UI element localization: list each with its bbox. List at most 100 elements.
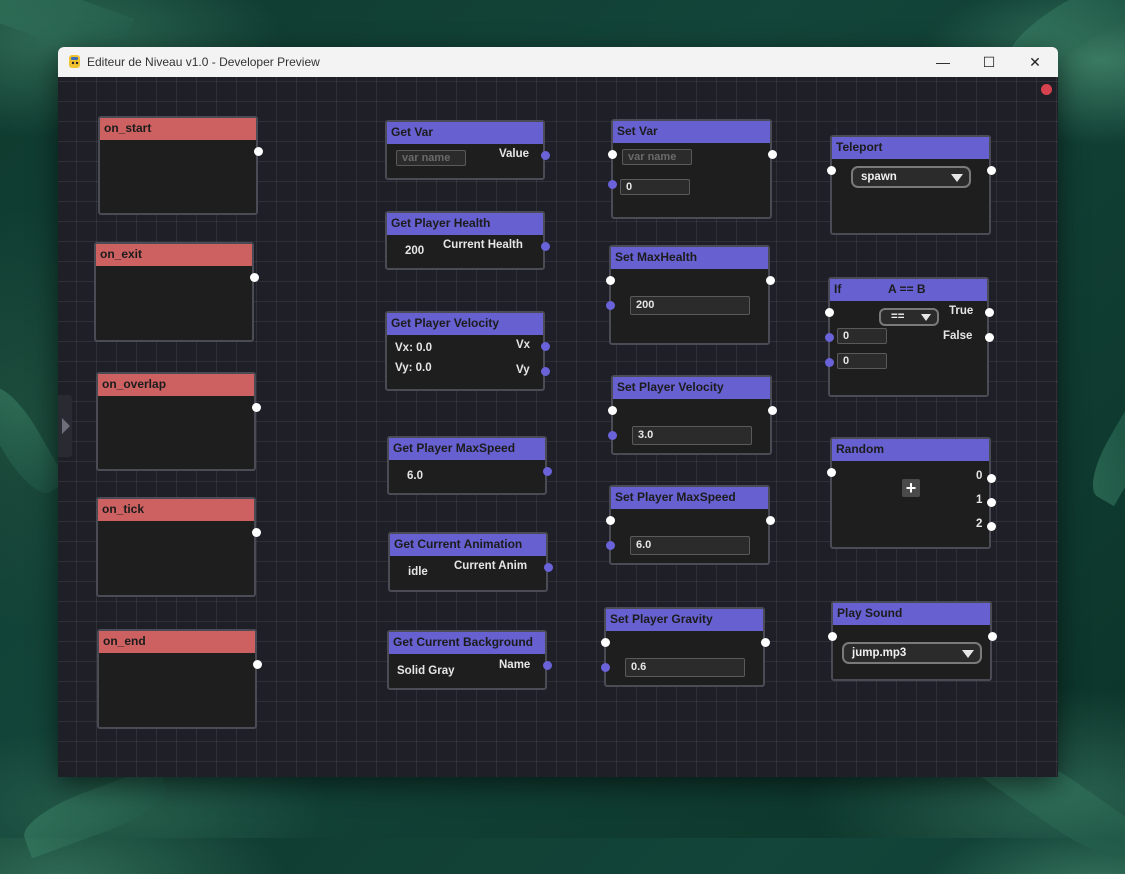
data-input-pin-a[interactable] — [825, 333, 834, 342]
node-title: Get Current Animation — [390, 534, 546, 556]
exec-output-pin[interactable] — [254, 147, 263, 156]
exec-output-pin[interactable] — [761, 638, 770, 647]
minimize-button[interactable]: — — [920, 47, 966, 77]
var-value-input[interactable]: 0 — [620, 179, 690, 195]
operator-dropdown[interactable]: == — [879, 308, 939, 326]
velocity-input[interactable]: 3.0 — [632, 426, 752, 445]
health-value: 200 — [405, 245, 425, 257]
exec-output-pin-false[interactable] — [985, 333, 994, 342]
exec-input-pin[interactable] — [601, 638, 610, 647]
data-input-pin[interactable] — [608, 431, 617, 440]
output-label: Current Health — [443, 239, 523, 251]
node-set-var[interactable]: Set Var var name 0 — [608, 119, 777, 219]
maxspeed-input[interactable]: 6.0 — [630, 536, 750, 555]
exec-input-pin[interactable] — [828, 632, 837, 641]
operand-b-input[interactable]: 0 — [837, 353, 887, 369]
sound-file-dropdown[interactable]: jump.mp3 — [842, 642, 982, 664]
exec-output-pin[interactable] — [252, 528, 261, 537]
node-get-var[interactable]: Get Var var name Value — [385, 120, 550, 180]
node-title: Get Player Health — [387, 213, 543, 235]
event-node-on-tick[interactable]: on_tick — [96, 497, 261, 597]
close-button[interactable]: ✕ — [1012, 47, 1058, 77]
node-play-sound[interactable]: Play Sound jump.mp3 — [828, 601, 997, 681]
exec-output-pin[interactable] — [766, 276, 775, 285]
node-title: on_exit — [96, 244, 252, 266]
node-title: If A == B — [830, 279, 987, 301]
event-node-on-overlap[interactable]: on_overlap — [96, 372, 261, 471]
node-title: Get Player MaxSpeed — [389, 438, 545, 460]
minimize-icon: — — [936, 54, 950, 70]
exec-output-pin[interactable] — [987, 166, 996, 175]
exec-input-pin[interactable] — [606, 516, 615, 525]
exec-input-pin[interactable] — [608, 406, 617, 415]
exec-output-pin[interactable] — [252, 403, 261, 412]
data-input-pin[interactable] — [608, 180, 617, 189]
maximize-button[interactable]: ☐ — [966, 47, 1012, 77]
data-output-pin-vx[interactable] — [541, 342, 550, 351]
exec-input-pin[interactable] — [606, 276, 615, 285]
node-set-player-velocity[interactable]: Set Player Velocity 3.0 — [608, 375, 777, 455]
node-teleport[interactable]: Teleport spawn — [827, 135, 996, 235]
node-title: Get Player Velocity — [387, 313, 543, 335]
exec-output-pin[interactable] — [766, 516, 775, 525]
data-output-pin[interactable] — [543, 467, 552, 476]
exec-input-pin[interactable] — [827, 166, 836, 175]
exec-output-pin-2[interactable] — [987, 522, 996, 531]
gravity-input[interactable]: 0.6 — [625, 658, 745, 677]
sidebar-toggle-handle[interactable] — [58, 395, 72, 457]
title-bar[interactable]: Editeur de Niveau v1.0 - Developer Previ… — [58, 47, 1058, 77]
exec-output-pin[interactable] — [988, 632, 997, 641]
node-set-player-gravity[interactable]: Set Player Gravity 0.6 — [601, 607, 770, 687]
exec-output-pin-0[interactable] — [987, 474, 996, 483]
node-title: on_start — [100, 118, 256, 140]
exec-input-pin[interactable] — [608, 150, 617, 159]
node-get-current-animation[interactable]: Get Current Animation idle Current Anim — [388, 532, 553, 592]
node-if[interactable]: If A == B == True False 0 0 — [825, 277, 994, 397]
add-output-button[interactable]: + — [902, 479, 920, 497]
node-canvas[interactable]: on_start on_exit on_overlap on_tick on_e… — [58, 77, 1058, 777]
event-node-on-end[interactable]: on_end — [97, 629, 262, 729]
event-node-on-start[interactable]: on_start — [98, 116, 263, 215]
node-title: on_tick — [98, 499, 254, 521]
node-title: Set MaxHealth — [611, 247, 768, 269]
operand-a-input[interactable]: 0 — [837, 328, 887, 344]
exec-output-pin[interactable] — [253, 660, 262, 669]
exec-output-pin[interactable] — [250, 273, 259, 282]
exec-output-pin[interactable] — [768, 406, 777, 415]
data-input-pin[interactable] — [606, 301, 615, 310]
var-name-input[interactable]: var name — [622, 149, 692, 165]
node-get-player-velocity[interactable]: Get Player Velocity Vx: 0.0 Vy: 0.0 Vx V… — [385, 311, 550, 391]
exec-output-pin-true[interactable] — [985, 308, 994, 317]
node-random[interactable]: Random + 0 1 2 — [827, 437, 996, 549]
output-label: Current Anim — [454, 560, 528, 572]
node-get-player-maxspeed[interactable]: Get Player MaxSpeed 6.0 — [387, 436, 552, 495]
teleport-target-dropdown[interactable]: spawn — [851, 166, 971, 188]
status-indicator — [1041, 84, 1052, 95]
close-icon: ✕ — [1029, 53, 1041, 70]
node-set-maxhealth[interactable]: Set MaxHealth 200 — [606, 245, 775, 345]
data-output-pin[interactable] — [543, 661, 552, 670]
exec-input-pin[interactable] — [825, 308, 834, 317]
data-output-pin[interactable] — [541, 151, 550, 160]
output-label-1: 1 — [976, 494, 983, 506]
data-output-pin-vy[interactable] — [541, 367, 550, 376]
data-output-pin[interactable] — [541, 242, 550, 251]
exec-input-pin[interactable] — [827, 468, 836, 477]
node-title: Set Player MaxSpeed — [611, 487, 768, 509]
exec-output-pin-1[interactable] — [987, 498, 996, 507]
output-label: Name — [499, 659, 531, 671]
node-get-current-background[interactable]: Get Current Background Solid Gray Name — [387, 630, 552, 690]
maxhealth-input[interactable]: 200 — [630, 296, 750, 315]
data-output-pin[interactable] — [544, 563, 553, 572]
velocity-x-value: Vx: 0.0 — [395, 342, 433, 354]
exec-output-pin[interactable] — [768, 150, 777, 159]
node-get-player-health[interactable]: Get Player Health 200 Current Health — [385, 211, 550, 270]
data-input-pin[interactable] — [601, 663, 610, 672]
event-node-on-exit[interactable]: on_exit — [94, 242, 259, 342]
var-name-input[interactable]: var name — [396, 150, 466, 166]
node-set-player-maxspeed[interactable]: Set Player MaxSpeed 6.0 — [606, 485, 775, 565]
dropdown-value: == — [891, 311, 905, 323]
node-title: Random — [832, 439, 989, 461]
data-input-pin[interactable] — [606, 541, 615, 550]
data-input-pin-b[interactable] — [825, 358, 834, 367]
